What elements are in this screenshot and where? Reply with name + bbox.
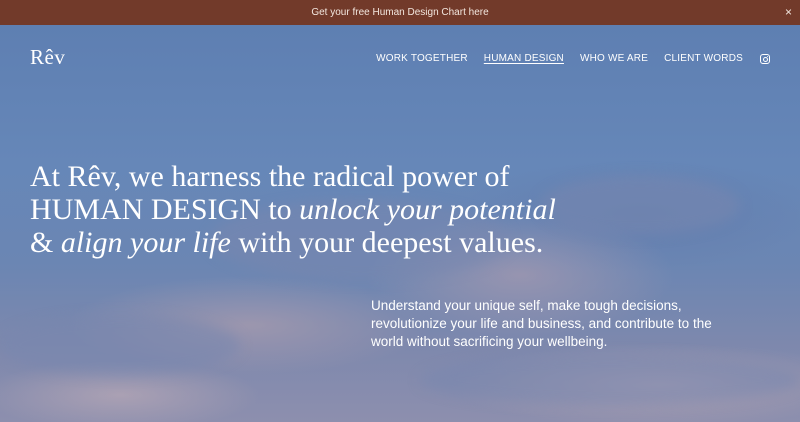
nav-item-human-design[interactable]: HUMAN DESIGN bbox=[484, 53, 564, 64]
cloud-shape bbox=[420, 355, 800, 405]
nav-item-client-words[interactable]: CLIENT WORDS bbox=[664, 53, 743, 64]
announcement-bar: Get your free Human Design Chart here × bbox=[0, 0, 800, 25]
headline-emphasis-2: align your life bbox=[60, 226, 231, 259]
hero-headline: At Rêv, we harness the radical power of … bbox=[30, 160, 630, 259]
announcement-link[interactable]: Get your free Human Design Chart here bbox=[311, 7, 488, 18]
headline-line-2: HUMAN DESIGN to bbox=[30, 193, 300, 226]
nav-item-work-together[interactable]: WORK TOGETHER bbox=[376, 53, 468, 64]
headline-line-3-tail: with your deepest values. bbox=[230, 226, 544, 259]
headline-line-1: At Rêv, we harness the radical power of bbox=[30, 160, 510, 193]
main-nav: WORK TOGETHER HUMAN DESIGN WHO WE ARE CL… bbox=[376, 53, 770, 64]
headline-line-3-lead: & bbox=[30, 226, 61, 259]
nav-item-who-we-are[interactable]: WHO WE ARE bbox=[580, 53, 648, 64]
site-logo[interactable]: Rêv bbox=[30, 45, 65, 70]
close-icon[interactable]: × bbox=[785, 5, 792, 19]
headline-emphasis-1: unlock your potential bbox=[299, 193, 556, 226]
hero-subtext: Understand your unique self, make tough … bbox=[371, 298, 712, 349]
cloud-shape bbox=[0, 315, 240, 375]
instagram-icon[interactable] bbox=[760, 53, 770, 64]
